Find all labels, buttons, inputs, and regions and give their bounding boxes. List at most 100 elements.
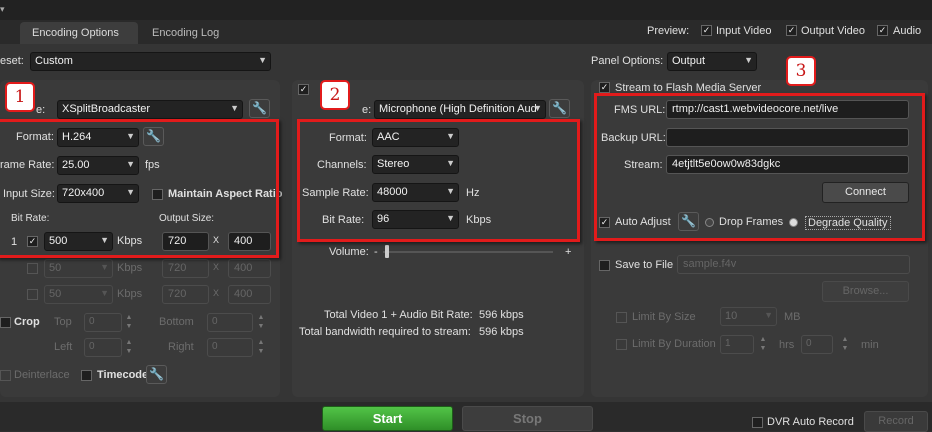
video-device-settings-icon[interactable]: 🔧: [249, 99, 270, 118]
audio-device-label: e:: [362, 104, 372, 116]
crop-bottom-input[interactable]: 0: [207, 313, 253, 332]
annotation-badge-1: 1: [5, 82, 35, 112]
output-width-input[interactable]: 720: [162, 259, 209, 278]
audio-enable-checkbox[interactable]: ✓: [298, 84, 309, 95]
volume-plus: +: [565, 246, 572, 258]
record-button[interactable]: Record: [864, 411, 928, 432]
save-to-file-checkbox[interactable]: [599, 260, 610, 271]
annotation-box-2: [297, 119, 580, 242]
stream-fms-checkbox[interactable]: ✓: [599, 82, 610, 93]
total-bitrate-label: Total Video 1 + Audio Bit Rate:: [324, 309, 473, 321]
volume-label: Volume:: [329, 246, 369, 258]
file-path-input[interactable]: sample.f4v: [677, 255, 910, 274]
panel-options-select[interactable]: Output ▼: [667, 52, 757, 71]
minutes-stepper[interactable]: ▲ ▼: [840, 335, 850, 354]
limit-size-select[interactable]: 10 ▼: [720, 307, 777, 326]
chevron-down-icon: ▼: [100, 262, 109, 272]
crop-right-stepper[interactable]: ▲ ▼: [256, 338, 266, 357]
panel-options-value: Output: [672, 55, 706, 67]
bandwidth-label: Total bandwidth required to stream:: [299, 326, 471, 338]
limit-size-label: Limit By Size: [632, 311, 696, 323]
chevron-down-icon: ▼: [230, 103, 239, 113]
crop-right-input[interactable]: 0: [207, 338, 253, 357]
tab-encoding-options[interactable]: Encoding Options: [20, 22, 138, 44]
tab-label: Encoding Log: [152, 27, 220, 39]
crop-left-input[interactable]: 0: [84, 338, 122, 357]
annotation-box-3: [594, 93, 925, 241]
save-to-file-label: Save to File: [615, 259, 674, 271]
bitrate-row3-value: 50: [49, 288, 62, 300]
audio-device-select[interactable]: Microphone (High Definition Aud ▼: [374, 100, 546, 119]
bitrate-row3-select[interactable]: 50 ▼: [44, 285, 113, 304]
audio-device-settings-icon[interactable]: 🔧: [549, 99, 570, 118]
deinterlace-checkbox[interactable]: [0, 370, 11, 381]
preset-value: Custom: [35, 55, 73, 67]
timecode-label: Timecode: [97, 369, 149, 381]
preset-label: eset:: [0, 55, 24, 67]
video-device-label: e:: [36, 104, 46, 116]
bitrate-row2-checkbox[interactable]: [27, 263, 38, 274]
start-button[interactable]: Start: [322, 406, 453, 431]
audio-preview-label: Audio: [893, 25, 922, 37]
bandwidth-value: 596 kbps: [479, 326, 524, 338]
chevron-down-icon: ▼: [744, 55, 753, 65]
deinterlace-label: Deinterlace: [14, 369, 70, 381]
crop-left-stepper[interactable]: ▲ ▼: [124, 338, 134, 357]
kbps-unit: Kbps: [117, 288, 143, 300]
output-height-input[interactable]: 400: [228, 285, 271, 304]
annotation-box-1: [0, 119, 279, 258]
timecode-checkbox[interactable]: [81, 370, 92, 381]
volume-minus: -: [374, 246, 378, 258]
input-video-checkbox[interactable]: ✓: [701, 25, 712, 36]
browse-button[interactable]: Browse...: [822, 281, 909, 302]
limit-size-checkbox[interactable]: [616, 312, 627, 323]
dvr-auto-record-label: DVR Auto Record: [767, 416, 854, 428]
title-strip: [0, 0, 932, 20]
crop-right-label: Right: [168, 341, 194, 353]
annotation-badge-2: 2: [320, 80, 350, 110]
chevron-down-icon: ▼: [100, 288, 109, 298]
output-video-label: Output Video: [801, 25, 866, 37]
hrs-unit: hrs: [779, 339, 795, 351]
limit-duration-checkbox[interactable]: [616, 339, 627, 350]
hours-input[interactable]: 1: [720, 335, 754, 354]
crop-bottom-stepper[interactable]: ▲ ▼: [256, 313, 266, 332]
bitrate-row3-checkbox[interactable]: [27, 289, 38, 300]
video-device-value: XSplitBroadcaster: [62, 103, 151, 115]
output-width-input[interactable]: 720: [162, 285, 209, 304]
crop-top-input[interactable]: 0: [84, 313, 122, 332]
chevron-down-icon: ▼: [258, 55, 267, 65]
crop-checkbox[interactable]: [0, 317, 11, 328]
chevron-down-icon: ▼: [764, 310, 773, 320]
mb-unit: MB: [784, 311, 801, 323]
minutes-input[interactable]: 0: [801, 335, 833, 354]
menu-chevron-icon[interactable]: ▾: [0, 4, 5, 15]
total-bitrate-value: 596 kbps: [479, 309, 524, 321]
x-separator: X: [213, 262, 220, 272]
x-separator: X: [213, 288, 220, 298]
hours-stepper[interactable]: ▲ ▼: [758, 335, 768, 354]
preset-select[interactable]: Custom ▼: [30, 52, 271, 71]
audio-checkbox[interactable]: ✓: [877, 25, 888, 36]
crop-bottom-label: Bottom: [159, 316, 194, 328]
timecode-settings-icon[interactable]: 🔧: [146, 365, 167, 384]
volume-slider-handle[interactable]: [385, 245, 389, 258]
crop-label: Crop: [14, 316, 40, 328]
min-unit: min: [861, 339, 879, 351]
audio-device-value: Microphone (High Definition Aud: [379, 103, 537, 115]
tab-label: Encoding Options: [32, 27, 119, 39]
output-height-input[interactable]: 400: [228, 259, 271, 278]
dvr-auto-record-checkbox[interactable]: [752, 417, 763, 428]
output-video-checkbox[interactable]: ✓: [786, 25, 797, 36]
tab-encoding-log[interactable]: Encoding Log: [140, 22, 232, 44]
crop-left-label: Left: [54, 341, 73, 353]
bitrate-row2-select[interactable]: 50 ▼: [44, 259, 113, 278]
crop-top-label: Top: [54, 316, 72, 328]
crop-top-stepper[interactable]: ▲ ▼: [124, 313, 134, 332]
stop-button[interactable]: Stop: [462, 406, 593, 431]
bitrate-row2-value: 50: [49, 262, 62, 274]
kbps-unit: Kbps: [117, 262, 143, 274]
volume-slider-track[interactable]: [383, 251, 553, 253]
preview-label: Preview:: [647, 25, 690, 37]
video-device-select[interactable]: XSplitBroadcaster ▼: [57, 100, 243, 119]
